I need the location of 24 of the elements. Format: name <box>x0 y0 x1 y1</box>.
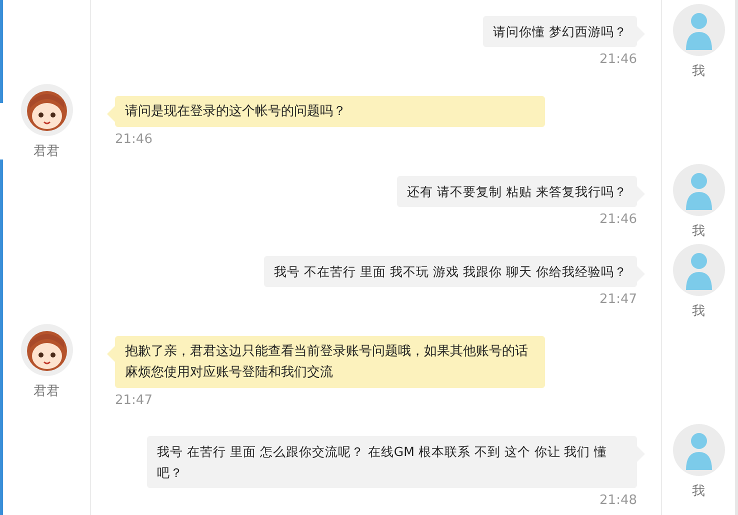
sender-name: 君君 <box>34 143 60 160</box>
message-bubble: 还有 请不要复制 粘贴 来答复我行吗？ <box>397 176 637 207</box>
message-time: 21:46 <box>600 212 637 227</box>
sender-name: 我 <box>692 223 705 240</box>
sender-name: 我 <box>692 483 705 500</box>
sender-name: 我 <box>692 303 705 320</box>
message-time: 21:46 <box>115 132 152 147</box>
message-time: 21:47 <box>600 292 637 307</box>
cartoon-avatar-icon <box>20 84 72 136</box>
user-avatar-icon <box>672 164 724 216</box>
message-bubble: 请问你懂 梦幻西游吗？ <box>483 16 637 47</box>
message-bubble: 请问是现在登录的这个帐号的问题吗？ <box>115 96 545 127</box>
message-time: 21:47 <box>115 393 152 408</box>
user-avatar-icon <box>672 244 724 296</box>
sender-name: 我 <box>692 63 705 80</box>
message-time: 21:46 <box>600 52 637 67</box>
cartoon-avatar-icon <box>20 324 72 376</box>
message-bubble: 我号 在苦行 里面 怎么跟你交流呢？ 在线GM 根本联系 不到 这个 你让 我们 懂吧？ <box>147 436 637 488</box>
user-avatar-icon <box>672 424 724 476</box>
sender-name: 君君 <box>34 383 60 400</box>
message-bubble: 我号 不在苦行 里面 我不玩 游戏 我跟你 聊天 你给我经验吗？ <box>264 256 637 287</box>
user-avatar-icon <box>672 4 724 56</box>
message-time: 21:48 <box>600 493 637 508</box>
message-bubble: 抱歉了亲，君君这边只能查看当前登录账号问题哦，如果其他账号的话麻烦您使用对应账号登陆和我们交流 <box>115 336 545 388</box>
